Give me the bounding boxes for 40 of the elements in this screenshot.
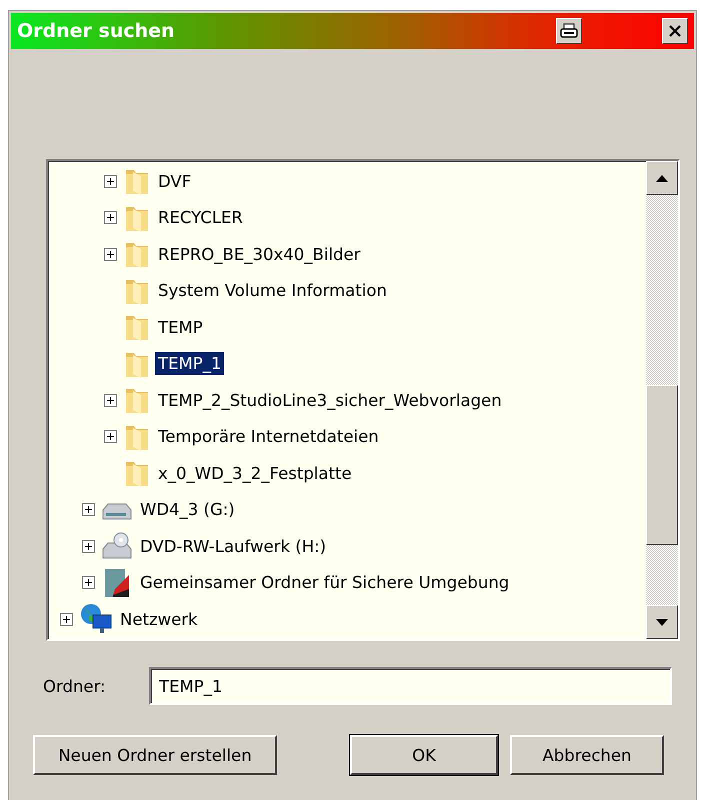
tree-item[interactable]: TEMP bbox=[155, 316, 206, 339]
tree-item[interactable]: System Volume Information bbox=[155, 279, 390, 302]
printer-icon bbox=[560, 23, 578, 39]
tree-item[interactable]: Netzwerk bbox=[117, 608, 201, 631]
folder-input[interactable]: TEMP_1 bbox=[149, 667, 672, 705]
tree-item[interactable]: Temporäre Internetdateien bbox=[155, 425, 382, 448]
folder-label: Ordner: bbox=[43, 676, 107, 696]
down-arrow-icon bbox=[656, 618, 668, 626]
expand-toggle[interactable] bbox=[82, 503, 95, 516]
tree-item[interactable]: Gemeinsamer Ordner für Sichere Umgebung bbox=[137, 571, 512, 594]
scroll-down-button[interactable] bbox=[646, 605, 678, 639]
dialog-button[interactable]: Neuen Ordner erstellen bbox=[33, 735, 277, 775]
printer-button[interactable] bbox=[556, 18, 582, 44]
expand-toggle[interactable] bbox=[82, 576, 95, 590]
expand-toggle[interactable] bbox=[104, 394, 117, 407]
tree-item[interactable]: DVD-RW-Laufwerk (H:) bbox=[137, 534, 330, 558]
expand-toggle[interactable] bbox=[60, 612, 73, 626]
optical-drive-icon bbox=[101, 531, 133, 562]
up-arrow-icon bbox=[656, 174, 668, 182]
scrollbar[interactable] bbox=[646, 161, 678, 639]
network-icon bbox=[79, 603, 113, 636]
scroll-thumb[interactable] bbox=[646, 385, 678, 545]
close-icon bbox=[668, 24, 682, 38]
tree-item[interactable]: TEMP_2_StudioLine3_sicher_Webvorlagen bbox=[155, 388, 505, 412]
tree-item[interactable]: WD4_3 (G:) bbox=[137, 498, 238, 522]
tree-item[interactable]: REPRO_BE_30x40_Bilder bbox=[155, 242, 364, 266]
tree-item[interactable]: DVF bbox=[155, 170, 194, 193]
scroll-up-button[interactable] bbox=[646, 161, 678, 195]
close-button[interactable] bbox=[662, 18, 688, 44]
tree-item[interactable]: x_0_WD_3_2_Festplatte bbox=[155, 462, 355, 485]
tree-item[interactable]: TEMP_1 bbox=[155, 352, 224, 376]
expand-toggle[interactable] bbox=[104, 211, 117, 224]
expand-toggle[interactable] bbox=[82, 540, 95, 553]
expand-toggle[interactable] bbox=[104, 430, 117, 444]
window-title: Ordner suchen bbox=[17, 20, 176, 42]
dialog-button[interactable]: Abbrechen bbox=[510, 735, 664, 775]
tree-item[interactable]: RECYCLER bbox=[155, 206, 246, 230]
expand-toggle[interactable] bbox=[104, 174, 117, 188]
expand-toggle[interactable] bbox=[104, 248, 117, 261]
dialog-button[interactable]: OK bbox=[350, 735, 498, 775]
